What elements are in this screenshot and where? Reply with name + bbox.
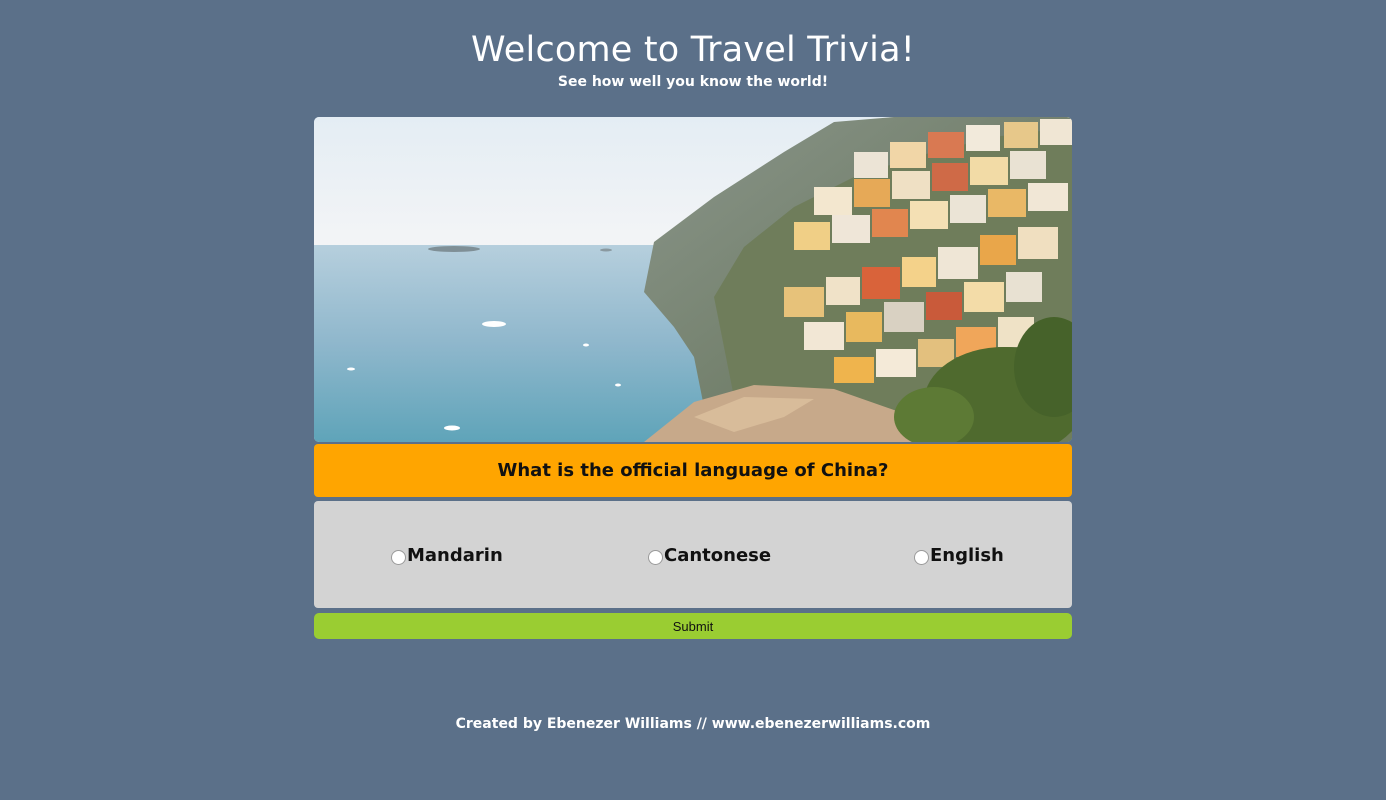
page-header: Welcome to Travel Trivia! See how well y… [0,28,1386,91]
radio-mandarin[interactable] [391,549,406,565]
question-bar: What is the official language of China? [314,444,1072,497]
answers-panel: Mandarin Cantonese English [314,501,1072,608]
option-label-english: English [930,545,1004,566]
option-label-mandarin: Mandarin [407,545,503,566]
radio-cantonese[interactable] [648,549,663,565]
question-text: What is the official language of China? [497,460,889,481]
option-label-cantonese: Cantonese [664,545,772,566]
page-title: Welcome to Travel Trivia! [471,30,915,70]
radio-english[interactable] [914,549,929,565]
footer-credit: Created by Ebenezer Williams // www.eben… [455,716,931,732]
option-cantonese[interactable]: Cantonese [648,545,771,566]
submit-button[interactable]: Submit [314,613,1072,639]
page-subtitle: See how well you know the world! [557,74,829,90]
coastal-town-photo [314,117,1072,442]
option-english[interactable]: English [914,545,1004,566]
option-mandarin[interactable]: Mandarin [391,545,503,566]
